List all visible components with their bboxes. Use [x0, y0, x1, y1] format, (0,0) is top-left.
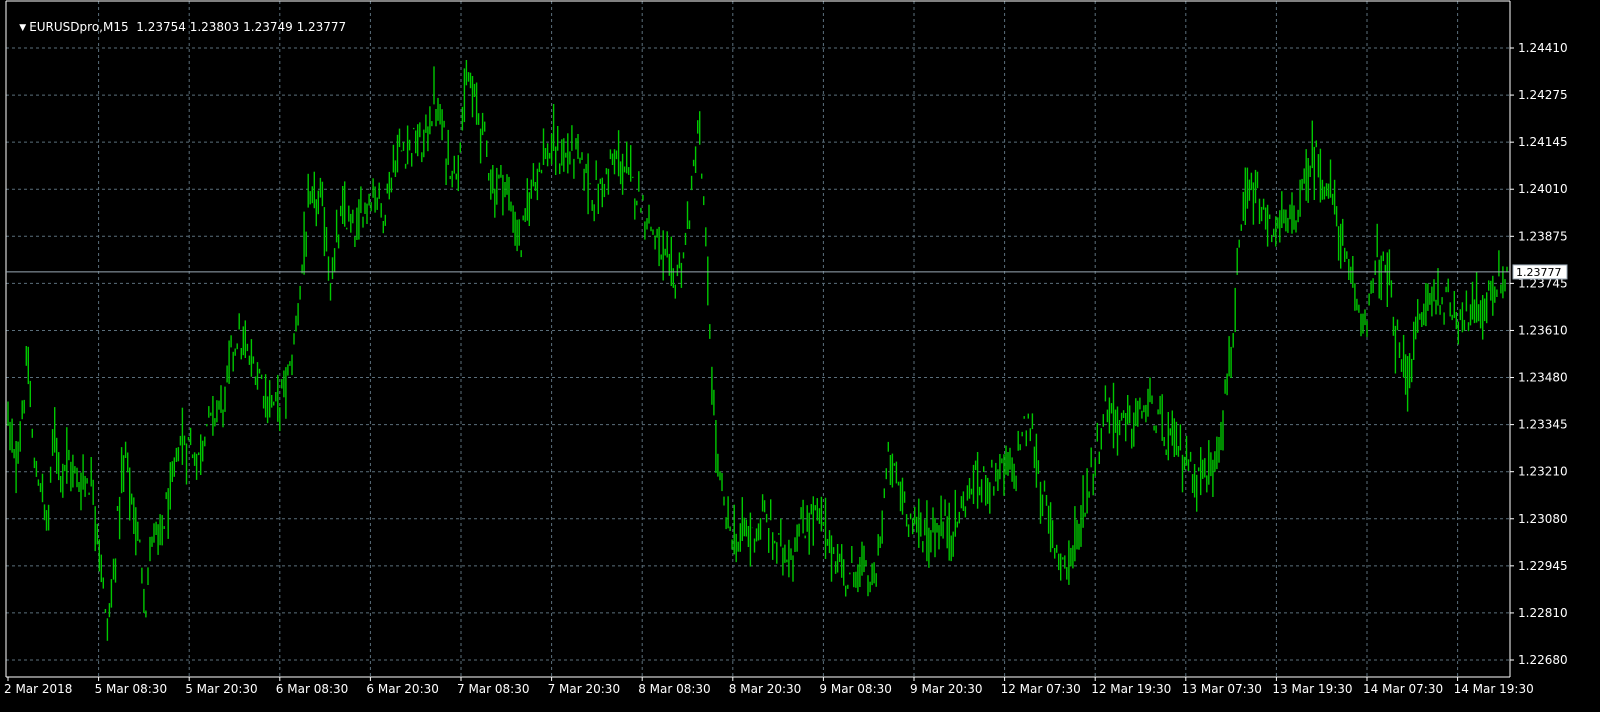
time-axis-label: 7 Mar 08:30 [457, 682, 530, 696]
price-axis-label: 1.24275 [1518, 88, 1568, 102]
time-axis-label: 5 Mar 20:30 [185, 682, 258, 696]
chart-background [0, 0, 1600, 712]
time-axis-label: 8 Mar 20:30 [729, 682, 802, 696]
current-price-label: 1.23777 [1516, 266, 1562, 279]
price-axis-label: 1.23875 [1518, 229, 1568, 243]
price-axis-label: 1.24145 [1518, 135, 1568, 149]
chart-symbol: EURUSDpro,M15 [29, 20, 129, 34]
price-chart[interactable]: 2 Mar 2018 5 Mar 08:30 5 Mar 20:30 6 Mar 08… [0, 0, 1600, 712]
time-axis-label: 9 Mar 20:30 [910, 682, 983, 696]
price-axis-label: 1.22945 [1518, 559, 1568, 573]
price-axis-label: 1.22810 [1518, 606, 1568, 620]
time-axis-label: 6 Mar 20:30 [366, 682, 439, 696]
time-axis-label: 9 Mar 08:30 [819, 682, 892, 696]
time-axis-label: 14 Mar 19:30 [1454, 682, 1534, 696]
time-axis-label: 14 Mar 07:30 [1363, 682, 1443, 696]
chart-header: ▼ EURUSDpro,M15 1.23754 1.23803 1.23749 1… [4, 3, 346, 52]
time-axis-label: 13 Mar 19:30 [1272, 682, 1352, 696]
time-axis-label: 2 Mar 2018 [4, 682, 72, 696]
time-axis-label: 7 Mar 20:30 [548, 682, 621, 696]
time-axis-label: 8 Mar 08:30 [638, 682, 711, 696]
price-axis-label: 1.24010 [1518, 182, 1568, 196]
price-axis-label: 1.23610 [1518, 323, 1568, 337]
price-axis-label: 1.23480 [1518, 371, 1568, 385]
price-axis-label: 1.22680 [1518, 653, 1568, 667]
time-axis-label: 13 Mar 07:30 [1182, 682, 1262, 696]
price-axis-label: 1.23210 [1518, 465, 1568, 479]
price-axis-label: 1.23080 [1518, 512, 1568, 526]
time-axis-label: 6 Mar 08:30 [276, 682, 349, 696]
time-axis-label: 12 Mar 19:30 [1091, 682, 1171, 696]
chart-window[interactable]: 2 Mar 2018 5 Mar 08:30 5 Mar 20:30 6 Mar 08… [0, 0, 1600, 712]
chart-ohlc: 1.23754 1.23803 1.23749 1.23777 [136, 20, 347, 34]
price-axis-label: 1.23345 [1518, 418, 1568, 432]
chart-menu-arrow-icon[interactable]: ▼ [19, 20, 26, 36]
time-axis-label: 12 Mar 07:30 [1001, 682, 1081, 696]
time-axis-label: 5 Mar 08:30 [95, 682, 168, 696]
price-axis-label: 1.24410 [1518, 41, 1568, 55]
